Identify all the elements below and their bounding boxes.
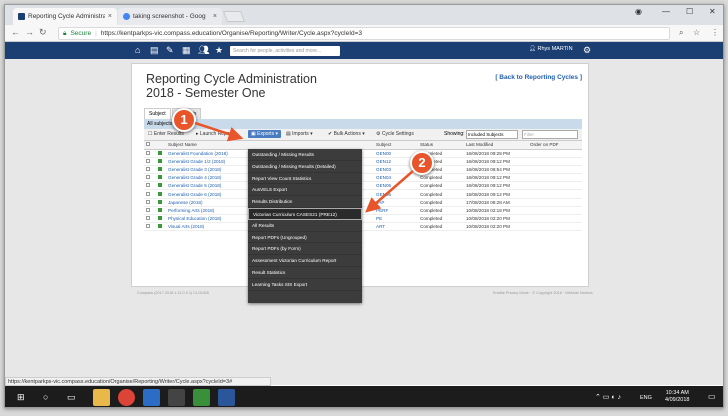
chrome-icon[interactable] [118, 389, 135, 406]
outlook-icon[interactable] [143, 389, 160, 406]
word-icon[interactable] [218, 389, 235, 406]
windows-start-icon[interactable]: ⊞ [17, 392, 25, 403]
language-indicator[interactable]: ENG [640, 395, 652, 402]
evernote-icon[interactable] [193, 389, 210, 406]
status-bar-url: https://kentparkps-vic.compass.education… [5, 377, 271, 386]
callout-arrow-1 [194, 121, 244, 142]
task-view-icon[interactable]: ▭ [67, 392, 76, 403]
search-icon[interactable]: ○ [43, 392, 48, 402]
windows-taskbar: ⊞ ○ ▭ ⌃ ▭ ◐ ♪ ENG 10:34 AM 4/09/2018 ▭ [5, 386, 723, 407]
file-explorer-icon[interactable] [93, 389, 110, 406]
callout-arrow-2 [365, 170, 414, 213]
notifications-icon[interactable]: ▭ [708, 393, 716, 401]
clock[interactable]: 10:34 AM 4/09/2018 [665, 390, 689, 404]
tray-icons[interactable]: ⌃ ▭ ◐ ♪ [595, 394, 621, 401]
app-icon[interactable] [168, 389, 185, 406]
browser-window: Reporting Cycle Administra × taking scre… [4, 4, 724, 408]
callout-arrows [194, 121, 414, 213]
